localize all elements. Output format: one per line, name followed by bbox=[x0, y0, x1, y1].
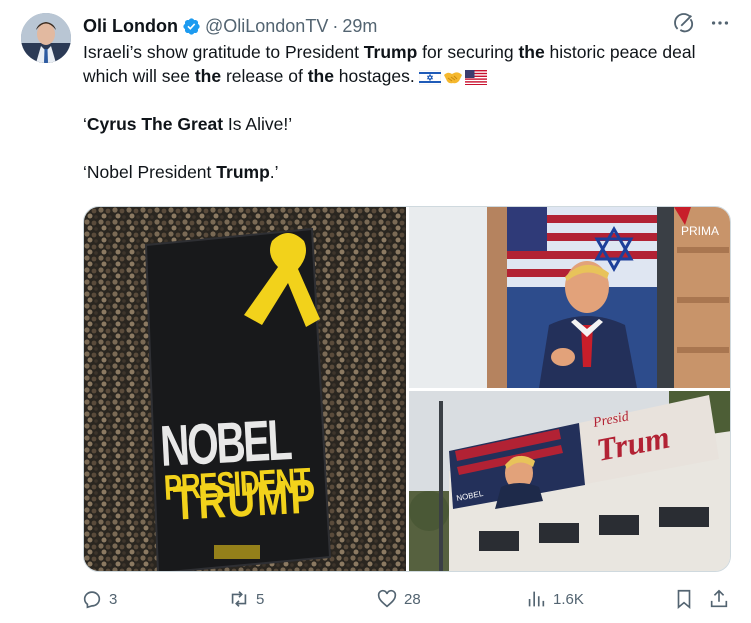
post-time[interactable]: 29m bbox=[342, 16, 377, 37]
emoji-group bbox=[418, 69, 487, 86]
text-span: .’ bbox=[269, 162, 279, 182]
tweet-paragraph-1: Israeli’s show gratitude to President Tr… bbox=[83, 40, 733, 88]
text-bold: Cyrus The Great bbox=[86, 114, 224, 134]
bookmark-button[interactable] bbox=[673, 588, 695, 610]
media-grid: NOBEL PRESIDENT TRUMP PRIMA Presid Trum … bbox=[83, 206, 731, 572]
repost-count: 5 bbox=[256, 590, 265, 608]
media-image-banner[interactable]: NOBEL PRESIDENT TRUMP bbox=[84, 207, 406, 571]
banner-line-3: TRUMP bbox=[172, 470, 317, 531]
media-image-billboard[interactable]: Presid Trum NOBEL bbox=[409, 391, 730, 571]
like-count: 28 bbox=[404, 590, 421, 608]
share-button[interactable] bbox=[708, 588, 730, 610]
reply-count: 3 bbox=[109, 590, 118, 608]
repost-icon bbox=[228, 588, 250, 610]
text-bold: the bbox=[518, 42, 545, 62]
author-handle[interactable]: @OliLondonTV bbox=[205, 16, 328, 37]
tweet-header: Oli London @OliLondonTV · 29m bbox=[83, 14, 377, 38]
israel-flag-icon bbox=[418, 69, 441, 85]
bookmark-icon bbox=[673, 588, 695, 610]
text-span: release of bbox=[221, 66, 308, 86]
tweet-top-actions bbox=[673, 12, 731, 34]
reply-button[interactable]: 3 bbox=[81, 588, 117, 610]
tweet-paragraph-2: ‘Cyrus The Great Is Alive!’ bbox=[83, 112, 733, 136]
building-sign: PRIMA bbox=[681, 224, 719, 238]
text-span: hostages. bbox=[333, 66, 415, 86]
tweet-actions: 3 5 28 1.6K bbox=[0, 588, 751, 614]
grok-icon[interactable] bbox=[673, 12, 695, 34]
us-flag-icon bbox=[464, 69, 487, 85]
tweet-text: Israeli’s show gratitude to President Tr… bbox=[83, 40, 733, 184]
views-count: 1.6K bbox=[553, 590, 584, 608]
more-icon[interactable] bbox=[709, 12, 731, 34]
like-button[interactable]: 28 bbox=[376, 588, 421, 610]
views-icon bbox=[525, 588, 547, 610]
separator-dot: · bbox=[332, 15, 339, 36]
media-image-building-poster[interactable]: PRIMA bbox=[409, 207, 730, 388]
tweet-paragraph-3: ‘Nobel President Trump.’ bbox=[83, 160, 733, 184]
views-button[interactable]: 1.6K bbox=[525, 588, 584, 610]
author-avatar[interactable] bbox=[21, 13, 71, 63]
author-name[interactable]: Oli London bbox=[83, 16, 178, 37]
text-span: for securing bbox=[417, 42, 519, 62]
verified-badge-icon bbox=[182, 17, 201, 36]
text-bold: Trump bbox=[216, 162, 270, 182]
repost-button[interactable]: 5 bbox=[228, 588, 264, 610]
text-span: Is Alive!’ bbox=[223, 114, 293, 134]
text-bold: the bbox=[307, 66, 334, 86]
text-bold: the bbox=[194, 66, 222, 86]
handshake-icon bbox=[443, 72, 462, 84]
share-icon bbox=[708, 588, 730, 610]
text-bold: Trump bbox=[363, 42, 418, 62]
text-span: ‘Nobel President bbox=[83, 162, 217, 182]
text-span: Israeli’s show gratitude to President bbox=[83, 42, 364, 62]
reply-icon bbox=[81, 588, 103, 610]
heart-icon bbox=[376, 588, 398, 610]
